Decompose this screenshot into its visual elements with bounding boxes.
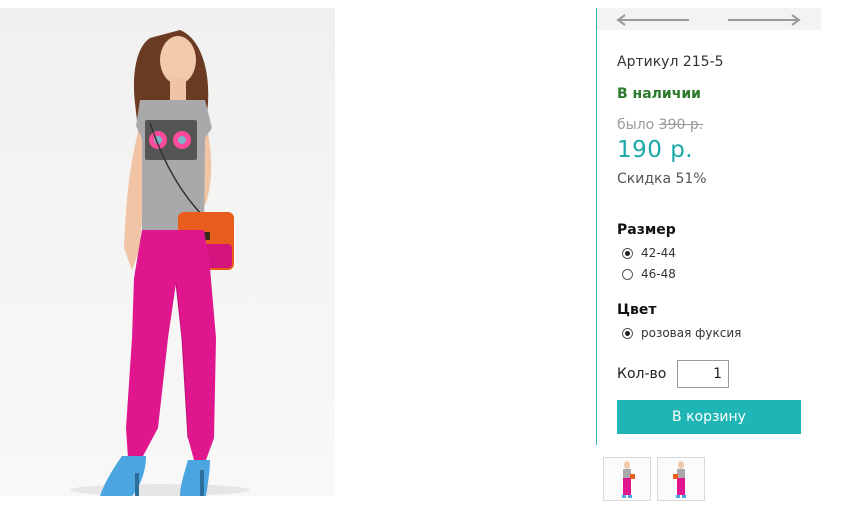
quantity-label: Кол-во [617,366,667,382]
size-option-42-44[interactable]: 42-44 [622,245,676,261]
product-thumbnail-2[interactable] [657,457,705,501]
size-option-label: 42-44 [641,246,676,260]
panel-divider [596,8,597,445]
product-thumbnail-1[interactable] [603,457,651,501]
size-option-label: 46-48 [641,267,676,281]
size-title: Размер [617,222,676,238]
arrow-right-icon[interactable] [726,12,802,26]
product-sku: Артикул 215-5 [617,54,724,70]
radio-button[interactable] [622,268,633,280]
gallery-navigation [597,8,821,30]
color-option-label: розовая фуксия [641,326,742,340]
current-price: 190 р. [617,137,694,163]
old-price-prefix: было [617,117,659,133]
product-main-photo[interactable] [0,8,335,496]
stock-status: В наличии [617,86,701,102]
color-option-fuchsia[interactable]: розовая фуксия [622,325,741,341]
radio-button[interactable] [622,247,633,259]
size-option-46-48[interactable]: 46-48 [622,266,676,282]
add-to-cart-button[interactable]: В корзину [617,400,801,434]
old-price: было 390 р. [617,117,703,133]
discount-label: Скидка 51% [617,171,707,187]
old-price-value: 390 р. [658,117,704,133]
arrow-left-icon[interactable] [615,12,691,26]
radio-button[interactable] [622,327,633,339]
product-model-image [70,30,250,496]
color-title: Цвет [617,302,657,318]
quantity-input[interactable] [677,360,729,388]
